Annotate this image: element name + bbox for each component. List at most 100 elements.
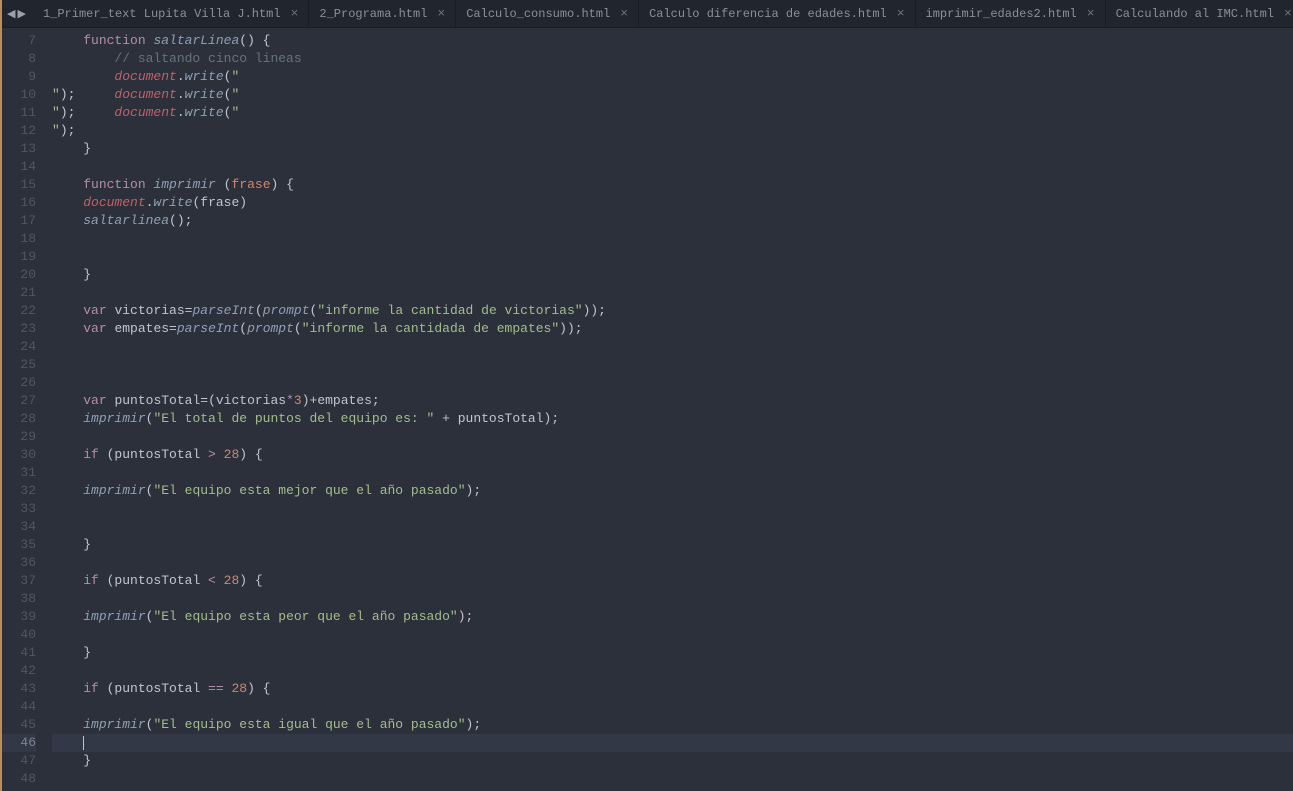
- code-line: saltarlinea();: [52, 212, 1293, 230]
- code-line: document.write(frase): [52, 194, 1293, 212]
- code-line: }: [52, 644, 1293, 662]
- line-number: 11: [0, 104, 36, 122]
- code-line: document.write("");: [52, 86, 1293, 104]
- line-number: 20: [0, 266, 36, 284]
- tab-2[interactable]: Calculo_consumo.html ×: [456, 0, 639, 28]
- tab-label: Calculo diferencia de edades.html: [649, 7, 887, 21]
- line-number: 8: [0, 50, 36, 68]
- code-line: }: [52, 140, 1293, 158]
- code-line: [52, 662, 1293, 680]
- code-line: [52, 428, 1293, 446]
- code-line: [52, 626, 1293, 644]
- line-number: 45: [0, 716, 36, 734]
- code-line: document.write("");: [52, 104, 1293, 122]
- line-number: 19: [0, 248, 36, 266]
- line-number: 42: [0, 662, 36, 680]
- nav-back-icon[interactable]: ◀: [7, 7, 15, 21]
- code-line: [52, 590, 1293, 608]
- code-line: [52, 554, 1293, 572]
- line-number: 26: [0, 374, 36, 392]
- line-number: 23: [0, 320, 36, 338]
- tab-label: imprimir_edades2.html: [926, 7, 1077, 21]
- line-number: 37: [0, 572, 36, 590]
- code-line: var victorias=parseInt(prompt("informe l…: [52, 302, 1293, 320]
- line-number: 17: [0, 212, 36, 230]
- tab-4[interactable]: imprimir_edades2.html ×: [916, 0, 1106, 28]
- code-line: [52, 230, 1293, 248]
- line-number: 38: [0, 590, 36, 608]
- close-icon[interactable]: ×: [897, 7, 905, 20]
- code-line: }: [52, 266, 1293, 284]
- code-area[interactable]: function saltarLinea() { // saltando cin…: [46, 28, 1293, 791]
- code-line: [52, 518, 1293, 536]
- line-number: 33: [0, 500, 36, 518]
- code-line: imprimir("El equipo esta igual que el añ…: [52, 716, 1293, 734]
- line-number: 31: [0, 464, 36, 482]
- code-line: [52, 500, 1293, 518]
- code-line: [52, 122, 1293, 140]
- code-line: [52, 770, 1293, 788]
- line-number: 10: [0, 86, 36, 104]
- code-line: [52, 698, 1293, 716]
- line-number: 12: [0, 122, 36, 140]
- tab-label: 2_Programa.html: [319, 7, 427, 21]
- line-number: 36: [0, 554, 36, 572]
- line-number: 9: [0, 68, 36, 86]
- line-number: 39: [0, 608, 36, 626]
- line-number-gutter: 7891011121314151617181920212223242526272…: [0, 28, 46, 791]
- line-number: 29: [0, 428, 36, 446]
- line-number: 34: [0, 518, 36, 536]
- code-line: imprimir("El equipo esta peor que el año…: [52, 608, 1293, 626]
- line-number: 32: [0, 482, 36, 500]
- nav-forward-icon[interactable]: ▶: [17, 7, 25, 21]
- tab-1[interactable]: 2_Programa.html ×: [309, 0, 456, 28]
- line-number: 13: [0, 140, 36, 158]
- editor: 7891011121314151617181920212223242526272…: [0, 28, 1293, 791]
- line-number: 48: [0, 770, 36, 788]
- code-line: [52, 284, 1293, 302]
- code-line: [52, 356, 1293, 374]
- code-line: if (puntosTotal < 28) {: [52, 572, 1293, 590]
- close-icon[interactable]: ×: [620, 7, 628, 20]
- code-line: }: [52, 536, 1293, 554]
- line-number: 16: [0, 194, 36, 212]
- tab-3[interactable]: Calculo diferencia de edades.html ×: [639, 0, 915, 28]
- code-line: document.write("");: [52, 68, 1293, 86]
- code-line: // saltando cinco lineas: [52, 50, 1293, 68]
- tab-0[interactable]: 1_Primer_text Lupita Villa J.html ×: [33, 0, 309, 28]
- code-line: }: [52, 752, 1293, 770]
- code-line: if (puntosTotal > 28) {: [52, 446, 1293, 464]
- code-line: [52, 158, 1293, 176]
- line-number: 43: [0, 680, 36, 698]
- modified-gutter-marker: [0, 28, 2, 791]
- close-icon[interactable]: ×: [1284, 7, 1292, 20]
- close-icon[interactable]: ×: [437, 7, 445, 20]
- line-number: 30: [0, 446, 36, 464]
- line-number: 40: [0, 626, 36, 644]
- line-number: 15: [0, 176, 36, 194]
- close-icon[interactable]: ×: [1087, 7, 1095, 20]
- line-number: 24: [0, 338, 36, 356]
- tab-label: 1_Primer_text Lupita Villa J.html: [43, 7, 281, 21]
- line-number: 22: [0, 302, 36, 320]
- code-line: [52, 464, 1293, 482]
- tab-label: Calculo_consumo.html: [466, 7, 610, 21]
- code-line: function imprimir (frase) {: [52, 176, 1293, 194]
- code-line: function saltarLinea() {: [52, 32, 1293, 50]
- line-number: 44: [0, 698, 36, 716]
- line-number: 18: [0, 230, 36, 248]
- code-line: [52, 338, 1293, 356]
- code-line: if (puntosTotal == 28) {: [52, 680, 1293, 698]
- tab-5[interactable]: Calculando al IMC.html ×: [1106, 0, 1293, 28]
- code-line: [52, 248, 1293, 266]
- line-number: 47: [0, 752, 36, 770]
- tab-nav: ◀ ▶: [4, 7, 33, 21]
- close-icon[interactable]: ×: [291, 7, 299, 20]
- tab-bar: ◀ ▶ 1_Primer_text Lupita Villa J.html×2_…: [0, 0, 1293, 28]
- line-number: 35: [0, 536, 36, 554]
- code-line: var puntosTotal=(victorias*3)+empates;: [52, 392, 1293, 410]
- code-line: imprimir("El total de puntos del equipo …: [52, 410, 1293, 428]
- line-number: 27: [0, 392, 36, 410]
- tab-label: Calculando al IMC.html: [1116, 7, 1274, 21]
- line-number: 14: [0, 158, 36, 176]
